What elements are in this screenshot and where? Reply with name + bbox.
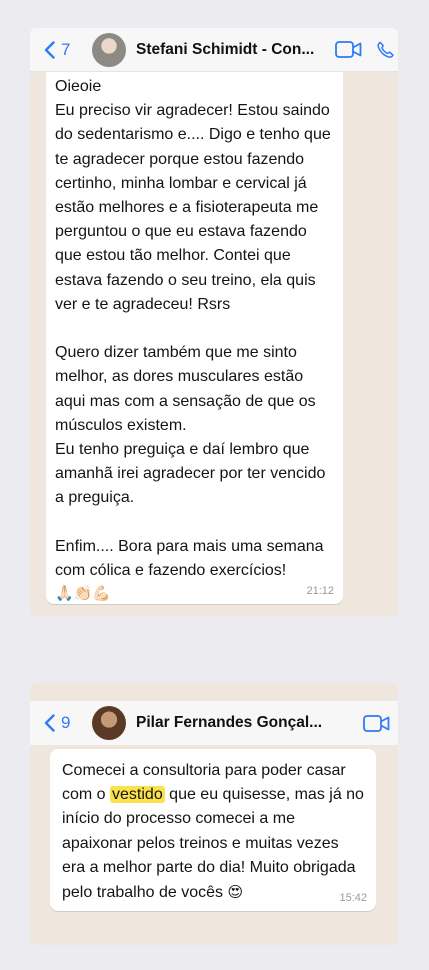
video-call-icon[interactable] [335,41,362,58]
avatar[interactable] [92,706,126,740]
chat-header: 7 Stefani Schimidt - Con... [30,28,398,72]
message-time: 21:12 [306,585,334,597]
chat-screenshot-1: 7 Stefani Schimidt - Con... Oieoie Eu pr… [30,28,398,616]
message-bubble: Oieoie Eu preciso vir agradecer! Estou s… [46,72,343,604]
heart-eyes-emoji: 😍 [227,883,244,902]
unread-count: 9 [61,713,71,732]
unread-count: 7 [61,39,71,59]
chat-screenshot-2: 9 Pilar Fernandes Gonçal... Comecei a co… [30,683,398,945]
highlighted-word: vestido [110,786,165,804]
message-bubble: Comecei a consultoria para poder casar c… [50,749,376,911]
back-button[interactable]: 9 [44,713,90,733]
message-emojis: 🙏🏻👏🏻💪🏻 [55,584,112,603]
message-text: Comecei a consultoria para poder casar c… [62,759,366,905]
message-time: 15:42 [339,892,367,904]
contact-name[interactable]: Stefani Schimidt - Con... [136,41,314,59]
message-text-part: que eu quisesse, mas já no início do pro… [62,786,369,902]
video-call-icon[interactable] [363,714,390,732]
back-button[interactable]: 7 [44,40,90,60]
chat-header: 9 Pilar Fernandes Gonçal... [30,701,398,745]
contact-name[interactable]: Pilar Fernandes Gonçal... [136,714,322,732]
avatar[interactable] [92,32,126,67]
chevron-left-icon [44,40,55,59]
phone-call-icon[interactable] [376,39,398,61]
chevron-left-icon [44,714,55,732]
message-text: Oieoie Eu preciso vir agradecer! Estou s… [55,78,331,580]
